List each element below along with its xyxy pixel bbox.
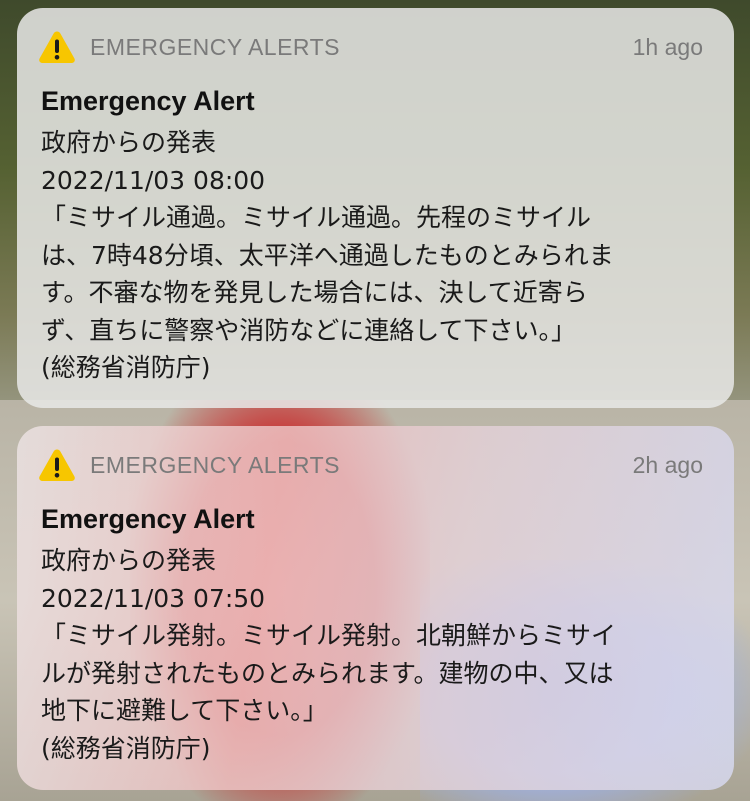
- body-line-source: 政府からの発表: [41, 128, 217, 157]
- body-line-agency: (総務省消防庁): [41, 353, 211, 382]
- body-line-datetime: 2022/11/03 07:50: [41, 583, 266, 613]
- body-line-message: は、7時48分頃、太平洋へ通過したものとみられま: [41, 240, 614, 270]
- warning-triangle-icon: [39, 449, 75, 481]
- body-line-agency: (総務省消防庁): [41, 733, 211, 763]
- body-line-message: 「ミサイル通過。ミサイル通過。先程のミサイル: [41, 203, 592, 232]
- notification-card-alert-2[interactable]: EMERGENCY ALERTS 2h ago Emergency Alert …: [17, 426, 734, 790]
- notification-time: 2h ago: [632, 452, 703, 478]
- app-name: EMERGENCY ALERTS: [90, 34, 341, 60]
- body-line-message: す。不審な物を発見した場合には、決して近寄ら: [41, 278, 588, 307]
- body-line-message: 地下に避難して下さい。」: [41, 696, 328, 725]
- body-line-source: 政府からの発表: [41, 546, 217, 575]
- notification-body: 政府からの発表 2022/11/03 07:50 「ミサイル発射。ミサイル発射。…: [41, 542, 711, 767]
- body-line-message: ルが発射されたものとみられます。建物の中、又は: [41, 658, 614, 688]
- notification-body: 政府からの発表 2022/11/03 08:00 「ミサイル通過。ミサイル通過。…: [41, 124, 711, 387]
- body-line-datetime: 2022/11/03 08:00: [41, 165, 266, 195]
- notification-time: 1h ago: [632, 34, 703, 60]
- app-name: EMERGENCY ALERTS: [90, 452, 341, 478]
- body-line-message: 「ミサイル発射。ミサイル発射。北朝鮮からミサイ: [41, 621, 617, 650]
- body-line-message: ず、直ちに警察や消防などに連絡して下さい。」: [41, 315, 577, 345]
- warning-triangle-icon: [39, 31, 75, 63]
- notification-card-alert-1[interactable]: EMERGENCY ALERTS 1h ago Emergency Alert …: [17, 8, 734, 408]
- notification-title: Emergency Alert: [41, 504, 255, 534]
- notification-title: Emergency Alert: [41, 86, 255, 116]
